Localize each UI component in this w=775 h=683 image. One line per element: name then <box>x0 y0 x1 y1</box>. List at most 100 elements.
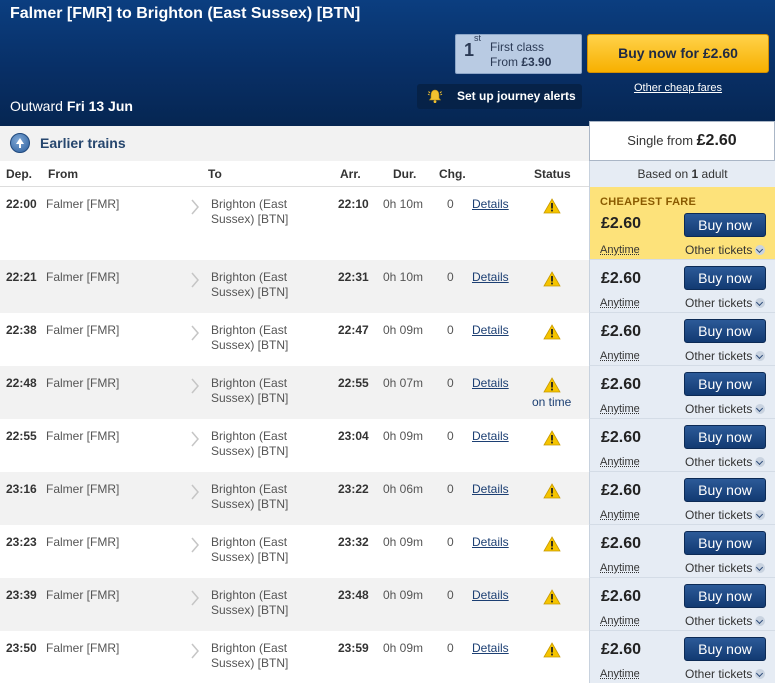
arrival-time: 22:31 <box>338 270 369 284</box>
other-tickets-toggle[interactable]: Other tickets <box>685 296 766 310</box>
other-tickets-toggle[interactable]: Other tickets <box>685 667 766 681</box>
from-station: Falmer [FMR] <box>46 376 120 390</box>
warning-icon[interactable] <box>543 271 561 287</box>
train-row: 22:00 Falmer [FMR] Brighton (East Sussex… <box>0 187 775 260</box>
other-tickets-toggle[interactable]: Other tickets <box>685 243 766 257</box>
details-link[interactable]: Details <box>472 270 509 284</box>
warning-icon[interactable] <box>543 536 561 552</box>
fare-price: £2.60 <box>601 588 642 605</box>
arrival-time: 22:10 <box>338 197 369 211</box>
other-tickets-toggle[interactable]: Other tickets <box>685 508 766 522</box>
duration: 0h 10m <box>383 197 424 211</box>
details-link[interactable]: Details <box>472 197 509 211</box>
buy-now-button[interactable]: Buy now <box>684 531 766 555</box>
other-tickets-toggle[interactable]: Other tickets <box>685 402 766 416</box>
other-cheap-fares-link[interactable]: Other cheap fares <box>587 82 769 94</box>
other-tickets-label: Other tickets <box>685 561 753 575</box>
first-class-from: From £3.90 <box>490 55 552 69</box>
first-class-button[interactable]: 1st First class From £3.90 <box>455 33 582 74</box>
from-station: Falmer [FMR] <box>46 482 120 496</box>
buy-now-button[interactable]: Buy now <box>684 266 766 290</box>
fare-panel: £2.60 Anytime Buy now Other tickets <box>589 525 775 578</box>
to-station: Brighton (East Sussex) [BTN] <box>211 588 289 617</box>
buy-now-button[interactable]: Buy now <box>684 372 766 396</box>
chevron-right-icon <box>191 431 199 447</box>
ticket-type[interactable]: Anytime <box>600 456 640 468</box>
buy-now-button[interactable]: Buy now <box>684 425 766 449</box>
warning-icon[interactable] <box>543 324 561 340</box>
first-class-badge: 1st <box>464 33 482 60</box>
train-row-main: 22:55 Falmer [FMR] Brighton (East Sussex… <box>0 419 589 472</box>
fare-price: £2.60 <box>601 535 642 552</box>
departure-time: 22:48 <box>6 376 37 390</box>
fare-price: £2.60 <box>601 376 642 393</box>
details-link[interactable]: Details <box>472 376 509 390</box>
ticket-type[interactable]: Anytime <box>600 297 640 309</box>
warning-icon[interactable] <box>543 483 561 499</box>
train-row-main: 23:39 Falmer [FMR] Brighton (East Sussex… <box>0 578 589 631</box>
buy-now-button[interactable]: Buy now <box>684 637 766 661</box>
changes: 0 <box>447 323 454 337</box>
other-tickets-toggle[interactable]: Other tickets <box>685 614 766 628</box>
column-chg: Chg. <box>439 167 466 181</box>
ticket-type[interactable]: Anytime <box>600 562 640 574</box>
other-tickets-toggle[interactable]: Other tickets <box>685 349 766 363</box>
buy-now-button[interactable]: Buy now <box>684 478 766 502</box>
duration: 0h 06m <box>383 482 424 496</box>
details-link[interactable]: Details <box>472 482 509 496</box>
other-tickets-toggle[interactable]: Other tickets <box>685 455 766 469</box>
ticket-type[interactable]: Anytime <box>600 350 640 362</box>
other-tickets-label: Other tickets <box>685 455 753 469</box>
warning-icon[interactable] <box>543 642 561 658</box>
from-station: Falmer [FMR] <box>46 535 120 549</box>
outward-date-label: Outward Fri 13 Jun <box>10 98 133 114</box>
details-link[interactable]: Details <box>472 323 509 337</box>
train-row-main: 22:21 Falmer [FMR] Brighton (East Sussex… <box>0 260 589 313</box>
train-row-main: 23:16 Falmer [FMR] Brighton (East Sussex… <box>0 472 589 525</box>
arrival-time: 22:47 <box>338 323 369 337</box>
status-text: on time <box>532 395 572 409</box>
fare-price: £2.60 <box>601 429 642 446</box>
fare-price: £2.60 <box>601 482 642 499</box>
other-tickets-toggle[interactable]: Other tickets <box>685 561 766 575</box>
departure-time: 23:39 <box>6 588 37 602</box>
ticket-type[interactable]: Anytime <box>600 509 640 521</box>
details-link[interactable]: Details <box>472 641 509 655</box>
ticket-type[interactable]: Anytime <box>600 615 640 627</box>
to-station: Brighton (East Sussex) [BTN] <box>211 641 289 670</box>
bell-icon <box>427 89 443 103</box>
ticket-type[interactable]: Anytime <box>600 403 640 415</box>
chevron-down-icon <box>755 457 766 467</box>
buy-now-button[interactable]: Buy now <box>684 213 766 237</box>
cheapest-fare-label: CHEAPEST FARE <box>600 196 697 208</box>
train-row: 22:55 Falmer [FMR] Brighton (East Sussex… <box>0 419 775 472</box>
warning-icon[interactable] <box>543 430 561 446</box>
ticket-type[interactable]: Anytime <box>600 244 640 256</box>
details-link[interactable]: Details <box>472 588 509 602</box>
journey-alerts-button[interactable]: Set up journey alerts <box>417 84 582 109</box>
chevron-right-icon <box>191 378 199 394</box>
warning-icon[interactable] <box>543 198 561 214</box>
warning-icon[interactable] <box>543 589 561 605</box>
journey-title: Falmer [FMR] to Brighton (East Sussex) [… <box>10 5 361 22</box>
buy-now-cheapest-button[interactable]: Buy now for £2.60 <box>587 34 769 73</box>
changes: 0 <box>447 535 454 549</box>
ticket-type[interactable]: Anytime <box>600 668 640 680</box>
train-row: 22:38 Falmer [FMR] Brighton (East Sussex… <box>0 313 775 366</box>
chevron-right-icon <box>191 643 199 659</box>
table-header: Dep. From To Arr. Dur. Chg. Status <box>0 161 589 187</box>
first-class-label: First class <box>490 40 544 54</box>
departure-time: 22:21 <box>6 270 37 284</box>
column-from: From <box>48 167 78 181</box>
train-row: 22:48 Falmer [FMR] Brighton (East Sussex… <box>0 366 775 419</box>
train-row: 23:39 Falmer [FMR] Brighton (East Sussex… <box>0 578 775 631</box>
chevron-down-icon <box>755 669 766 679</box>
chevron-down-icon <box>755 404 766 414</box>
buy-now-button[interactable]: Buy now <box>684 319 766 343</box>
warning-icon[interactable] <box>543 377 561 393</box>
changes: 0 <box>447 376 454 390</box>
buy-now-button[interactable]: Buy now <box>684 584 766 608</box>
details-link[interactable]: Details <box>472 429 509 443</box>
details-link[interactable]: Details <box>472 535 509 549</box>
chevron-right-icon <box>191 272 199 288</box>
